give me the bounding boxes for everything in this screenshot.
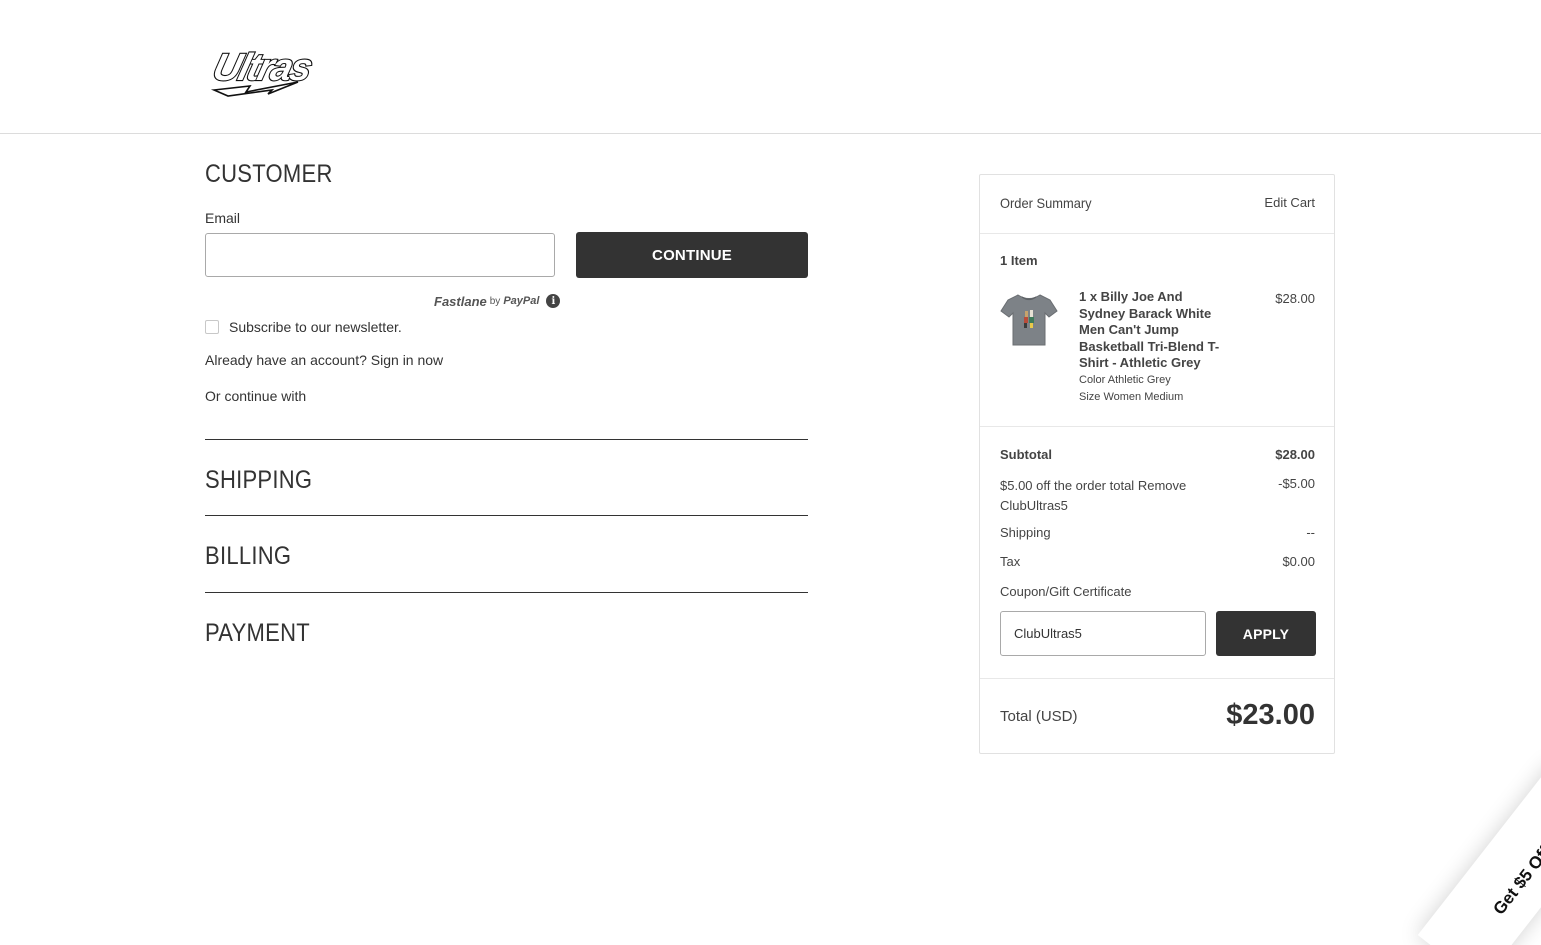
summary-divider xyxy=(980,233,1334,234)
account-text: Already have an account? xyxy=(205,352,367,368)
discount-code: ClubUltras5 xyxy=(1000,498,1068,513)
item-count: 1 Item xyxy=(1000,253,1038,268)
sign-in-link[interactable]: Sign in now xyxy=(371,352,443,368)
order-summary-title: Order Summary xyxy=(1000,195,1092,211)
tax-label: Tax xyxy=(1000,554,1021,569)
item-name: 1 x Billy Joe And Sydney Barack White Me… xyxy=(1079,289,1220,370)
discount-value: -$5.00 xyxy=(1278,476,1315,491)
item-price: $28.00 xyxy=(1275,291,1315,306)
section-divider xyxy=(205,439,808,440)
shipping-label: Shipping xyxy=(1000,525,1051,540)
discount-label: $5.00 off the order total xyxy=(1000,478,1135,493)
subtotal-value: $28.00 xyxy=(1275,447,1315,462)
edit-cart-link[interactable]: Edit Cart xyxy=(1264,195,1315,210)
info-icon[interactable]: i xyxy=(546,294,561,308)
tshirt-icon xyxy=(1000,291,1058,349)
continue-button[interactable]: CONTINUE xyxy=(576,232,808,278)
subtotal-label: Subtotal xyxy=(1000,447,1052,462)
discount-remove-link[interactable]: Remove xyxy=(1138,478,1186,493)
email-input[interactable] xyxy=(205,233,555,277)
email-label: Email xyxy=(205,210,241,226)
shipping-heading: SHIPPING xyxy=(205,466,313,494)
apply-coupon-button[interactable]: APPLY xyxy=(1216,611,1316,656)
account-prompt: Already have an account? Sign in now xyxy=(205,352,443,368)
newsletter-checkbox[interactable] xyxy=(205,320,219,334)
summary-divider xyxy=(980,426,1334,427)
promo-label[interactable]: Get $5 Off! xyxy=(1489,838,1541,919)
shipping-value: -- xyxy=(1306,525,1315,540)
fastlane-by: by xyxy=(489,295,501,307)
fastlane-brand: Fastlane xyxy=(434,293,487,309)
coupon-input[interactable] xyxy=(1000,611,1206,656)
order-summary: Order Summary Edit Cart 1 Item 1 x Billy… xyxy=(979,174,1335,754)
billing-heading: BILLING xyxy=(205,542,292,570)
newsletter-label[interactable]: Subscribe to our newsletter. xyxy=(229,319,402,335)
promo-tab[interactable]: Get $5 Off! xyxy=(1417,761,1541,945)
total-value: $23.00 xyxy=(1226,699,1315,731)
item-color: Color Athletic Grey xyxy=(1079,374,1171,386)
fastlane-paypal: PayPal xyxy=(503,295,540,307)
site-header: Ultras xyxy=(0,0,1541,134)
promo-corner: Get $5 Off! xyxy=(1341,745,1541,945)
total-label: Total (USD) xyxy=(1000,708,1078,725)
tax-value: $0.00 xyxy=(1282,554,1315,569)
ultras-logo[interactable]: Ultras xyxy=(208,36,318,98)
item-size: Size Women Medium xyxy=(1079,391,1184,403)
summary-divider xyxy=(980,678,1334,679)
payment-heading: PAYMENT xyxy=(205,619,310,647)
continue-with-label: Or continue with xyxy=(205,388,307,404)
customer-heading: CUSTOMER xyxy=(205,160,333,188)
fastlane-badge: Fastlane by PayPal i xyxy=(434,292,561,310)
discount-line: $5.00 off the order total Remove ClubUlt… xyxy=(1000,476,1200,516)
coupon-label: Coupon/Gift Certificate xyxy=(1000,584,1132,599)
section-divider xyxy=(205,592,808,593)
section-divider xyxy=(205,515,808,516)
